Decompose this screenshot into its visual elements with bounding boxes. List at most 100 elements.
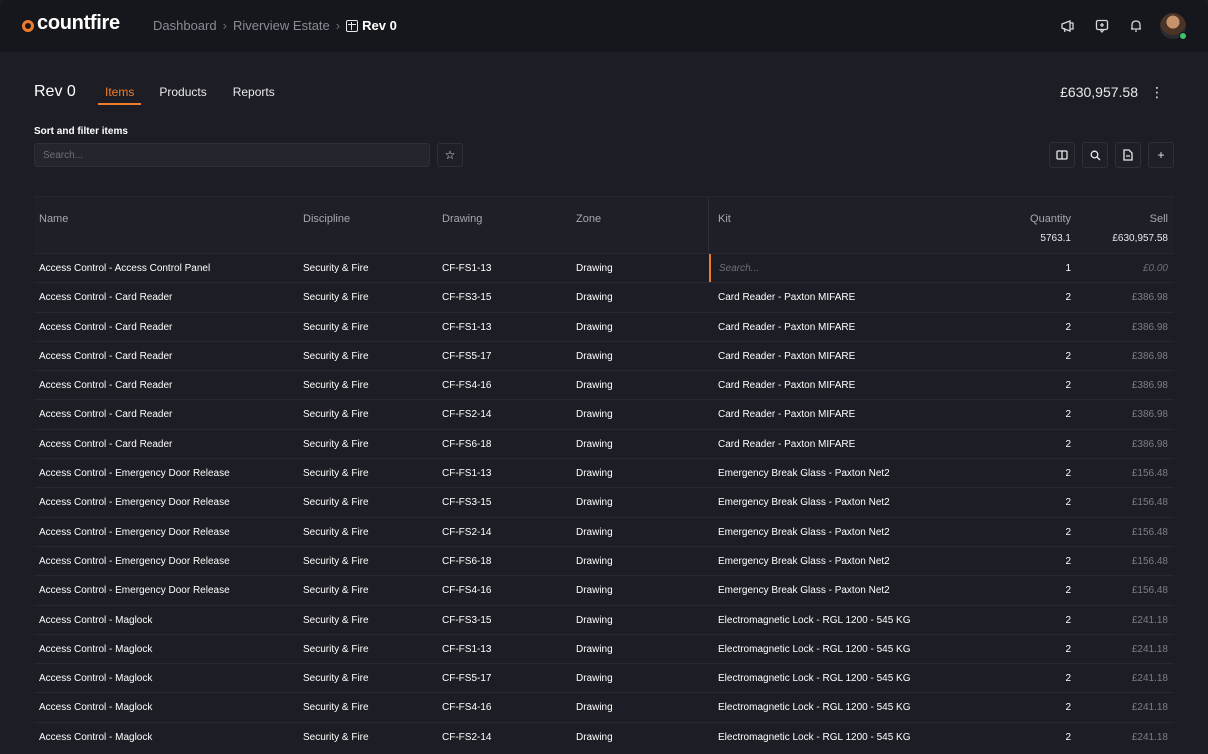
cell-name: Access Control - Emergency Door Release [39,468,230,480]
table-row[interactable]: Access Control - Access Control Panel Sec… [34,253,1174,282]
online-status-icon [1179,32,1187,40]
cell-quantity: 2 [1065,673,1071,685]
cell-sell: £241.18 [1131,702,1168,714]
table-row[interactable]: Access Control - Emergency Door Release S… [34,575,1174,604]
table-row[interactable]: Access Control - Maglock Security & Fire C… [34,604,1174,634]
cell-discipline: Security & Fire [303,673,369,685]
cell-quantity: 2 [1065,468,1071,480]
cell-quantity: 2 [1065,731,1071,743]
cell-sell: £156.48 [1131,585,1168,597]
cell-zone: Drawing [576,468,613,480]
add-item-button[interactable]: + [1148,142,1174,168]
breadcrumb-dashboard[interactable]: Dashboard [153,18,217,33]
table-row[interactable]: Access Control - Emergency Door Release S… [34,487,1174,516]
feedback-icon[interactable] [1088,12,1116,40]
cell-sell: £386.98 [1131,321,1168,333]
cell-sell: £386.98 [1131,438,1168,450]
total-value: £630,957.58 [1060,84,1138,100]
table-row[interactable]: Access Control - Maglock Security & Fire C… [34,633,1174,663]
table-row[interactable]: Access Control - Card Reader Security & F… [34,282,1174,311]
column-header-sell[interactable]: Sell [1150,213,1168,225]
cell-kit: Electromagnetic Lock - RGL 1200 - 545 KG [718,731,911,743]
table-row[interactable]: Access Control - Card Reader Security & F… [34,311,1174,341]
cell-zone: Drawing [576,614,613,626]
avatar[interactable] [1160,13,1187,40]
table-toolbar: + [1042,142,1174,168]
cell-sell: £386.98 [1131,409,1168,421]
logo-mark-icon [22,19,34,32]
breadcrumb-project[interactable]: Riverview Estate [233,18,330,33]
cell-discipline: Security & Fire [303,292,369,304]
column-header-quantity[interactable]: Quantity [1030,213,1071,225]
cell-drawing: CF-FS5-17 [442,350,492,362]
column-header-discipline[interactable]: Discipline [303,213,350,225]
cell-kit: Emergency Break Glass - Paxton Net2 [718,526,890,538]
table-header: Name Discipline Drawing Zone Kit Quantit… [34,196,1174,253]
cell-discipline: Security & Fire [303,468,369,480]
favourite-button[interactable]: ☆ [437,143,463,167]
cell-sell: £241.18 [1131,673,1168,685]
cell-kit: Card Reader - Paxton MIFARE [718,350,856,362]
cell-sell: £156.48 [1131,497,1168,509]
bell-icon[interactable] [1122,12,1150,40]
search-button[interactable] [1082,142,1108,168]
table-row[interactable]: Access Control - Card Reader Security & F… [34,399,1174,428]
cell-discipline: Security & Fire [303,555,369,567]
column-header-kit[interactable]: Kit [718,213,731,225]
cell-zone: Drawing [576,497,613,509]
table-row[interactable]: Access Control - Emergency Door Release S… [34,458,1174,487]
quantity-total: 5763.1 [1040,233,1071,244]
cell-quantity: 2 [1065,643,1071,655]
cell-zone: Drawing [576,263,613,274]
top-bar: countfire Dashboard › Riverview Estate ›… [0,0,1208,52]
cell-quantity: 2 [1065,321,1071,333]
cell-drawing: CF-FS1-13 [442,263,492,274]
tab-reports[interactable]: Reports [233,85,275,105]
cell-discipline: Security & Fire [303,526,369,538]
cell-sell: £156.48 [1131,555,1168,567]
items-table: Name Discipline Drawing Zone Kit Quantit… [34,196,1174,751]
export-button[interactable] [1115,142,1141,168]
tab-products[interactable]: Products [159,85,206,105]
table-row[interactable]: Access Control - Card Reader Security & F… [34,370,1174,399]
breadcrumb-separator: › [222,18,227,33]
table-row[interactable]: Access Control - Card Reader Security & F… [34,428,1174,458]
cell-name: Access Control - Emergency Door Release [39,497,230,509]
column-header-drawing[interactable]: Drawing [442,213,482,225]
table-row[interactable]: Access Control - Maglock Security & Fire C… [34,692,1174,721]
table-row[interactable]: Access Control - Emergency Door Release S… [34,545,1174,575]
cell-drawing: CF-FS3-15 [442,614,492,626]
table-row[interactable]: Access Control - Card Reader Security & F… [34,340,1174,370]
cell-kit: Emergency Break Glass - Paxton Net2 [718,585,890,597]
megaphone-icon[interactable] [1054,12,1082,40]
cell-drawing: CF-FS1-13 [442,321,492,333]
cell-kit: Emergency Break Glass - Paxton Net2 [718,555,890,567]
table-row[interactable]: Access Control - Maglock Security & Fire C… [34,721,1174,751]
filter-label: Sort and filter items [34,126,128,137]
column-divider [708,197,709,253]
cell-discipline: Security & Fire [303,438,369,450]
cell-name: Access Control - Card Reader [39,380,173,392]
cell-kit: Card Reader - Paxton MIFARE [718,438,856,450]
cell-zone: Drawing [576,292,613,304]
cell-zone: Drawing [576,350,613,362]
cell-kit: Card Reader - Paxton MIFARE [718,409,856,421]
cell-zone: Drawing [576,380,613,392]
breadcrumb-separator: › [335,18,341,33]
cell-kit: Card Reader - Paxton MIFARE [718,380,856,392]
star-icon: ☆ [444,148,456,162]
logo[interactable]: countfire [22,12,120,35]
columns-button[interactable] [1049,142,1075,168]
kit-search-input[interactable]: Search... [709,254,1049,282]
tab-items[interactable]: Items [98,85,142,105]
table-body: Access Control - Access Control Panel Sec… [34,253,1174,751]
cell-discipline: Security & Fire [303,731,369,743]
search-input[interactable] [34,143,430,167]
column-header-name[interactable]: Name [39,213,68,225]
more-options-icon[interactable]: ⋮ [1150,84,1164,101]
table-row[interactable]: Access Control - Emergency Door Release S… [34,516,1174,546]
column-header-zone[interactable]: Zone [576,213,601,225]
cell-zone: Drawing [576,438,613,450]
cell-discipline: Security & Fire [303,614,369,626]
table-row[interactable]: Access Control - Maglock Security & Fire C… [34,663,1174,692]
